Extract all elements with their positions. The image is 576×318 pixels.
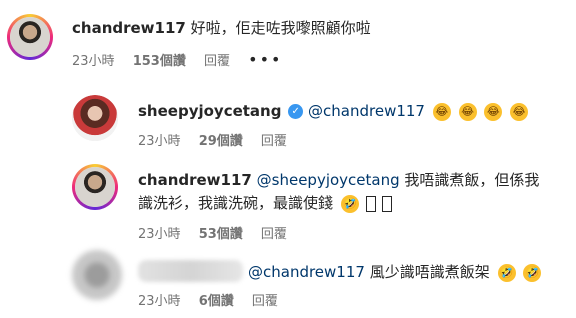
laughing-emoji-icon: 😂 [484, 102, 503, 121]
laughing-emoji-icon: 😂 [432, 102, 451, 121]
comment-likes[interactable]: 53個讚 [199, 227, 243, 242]
comment-username[interactable]: chandrew117 [138, 171, 252, 189]
comment-mention[interactable]: @chandrew117 [248, 263, 365, 281]
comment-text: 好啦，佢走咗我嚟照顧你啦 [190, 19, 371, 37]
rofl-emoji-icon: 🤣 [497, 263, 516, 282]
avatar-chandrew117[interactable] [7, 14, 53, 60]
missing-glyph-icon [365, 195, 376, 212]
comment-likes[interactable]: 6個讚 [199, 294, 234, 309]
reply-button[interactable]: 回覆 [204, 54, 230, 69]
comment-likes[interactable]: 153個讚 [133, 54, 186, 69]
comment-meta: 23小時 29個讚 回覆 [138, 134, 301, 150]
comment-mention[interactable]: @chandrew117 [308, 102, 425, 120]
comment-username[interactable]: chandrew117 [72, 19, 186, 37]
rofl-emoji-icon: 🤣 [340, 194, 359, 213]
comment-username-blurred[interactable] [138, 260, 243, 282]
comment-meta: 23小時 53個讚 回覆 [138, 227, 301, 243]
reply-button[interactable]: 回覆 [261, 227, 287, 242]
missing-glyph-icon [382, 195, 393, 212]
comment-mention[interactable]: @sheepyjoycetang [257, 171, 400, 189]
reply-button[interactable]: 回覆 [252, 294, 278, 309]
comment-text-line2: 識洗衫，我識洗碗，最識使錢 [138, 194, 334, 212]
comment-likes[interactable]: 29個讚 [199, 134, 243, 149]
comment-time[interactable]: 23小時 [138, 227, 181, 242]
laughing-emoji-icon: 😂 [458, 102, 477, 121]
rofl-emoji-icon: 🤣 [523, 263, 542, 282]
comment-meta: 23小時 6個讚 回覆 [138, 294, 292, 310]
comment-text-line1: 我唔識煮飯，但係我 [404, 171, 540, 189]
comment-time[interactable]: 23小時 [138, 294, 181, 309]
avatar-chandrew117[interactable] [72, 164, 118, 210]
avatar-blurred[interactable] [72, 250, 122, 300]
avatar-sheepyjoycetang[interactable] [72, 95, 118, 141]
comment-text: 風少識唔識煮飯架 [369, 263, 490, 281]
comment-username[interactable]: sheepyjoycetang [138, 102, 281, 120]
verified-badge-icon: ✓ [288, 104, 304, 119]
comment-time[interactable]: 23小時 [72, 54, 115, 69]
more-options-icon[interactable]: ••• [248, 50, 282, 69]
comment-meta: 23小時 153個讚 回覆 ••• [72, 52, 296, 70]
reply-button[interactable]: 回覆 [261, 134, 287, 149]
laughing-emoji-icon: 😂 [510, 102, 529, 121]
comment-time[interactable]: 23小時 [138, 134, 181, 149]
